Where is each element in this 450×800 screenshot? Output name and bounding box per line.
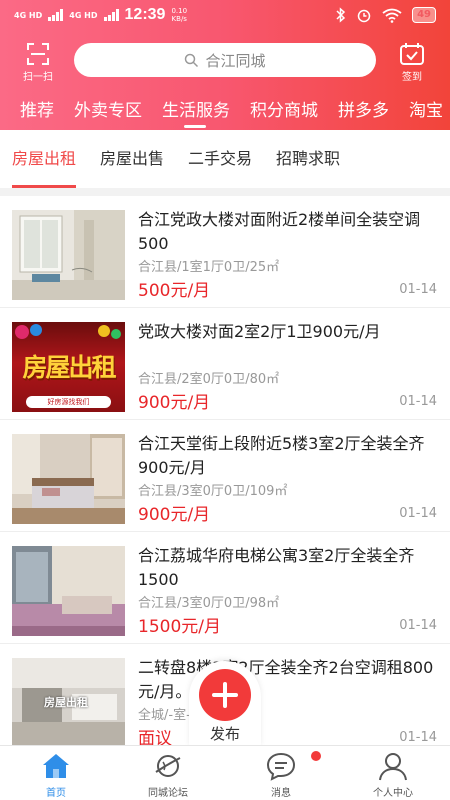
subtab-secondhand[interactable]: 二手交易	[188, 130, 252, 188]
listing-thumbnail: 房屋出租 好房源找我们	[12, 322, 125, 412]
scan-button[interactable]: 扫一扫	[18, 42, 58, 83]
subtab-sale[interactable]: 房屋出售	[100, 130, 164, 188]
listing-item[interactable]: 合江天堂街上段附近5楼3室2厅全装全齐900元/月 合江县/3室0厅0卫/109…	[0, 420, 450, 532]
search-icon	[185, 53, 199, 67]
listing-price: 900元/月	[138, 393, 211, 413]
message-icon	[266, 752, 296, 781]
listing-date: 01-14	[399, 282, 437, 297]
nav-home-label: 首页	[46, 788, 66, 799]
bluetooth-icon	[336, 7, 346, 23]
listing-date: 01-14	[399, 730, 437, 745]
wifi-icon	[382, 8, 402, 23]
listing-meta: 合江县/3室0厅0卫/109㎡	[138, 484, 288, 499]
sub-tabs: 房屋出租 房屋出售 二手交易 招聘求职	[0, 130, 450, 188]
app-header: 4G HD 4G HD 12:39 0.10KB/s 49 扫一扫 合江同城	[0, 0, 450, 130]
planet-icon	[155, 755, 181, 777]
calendar-check-icon	[400, 43, 424, 65]
listing-meta: 合江县/2室0厅0卫/80㎡	[138, 372, 280, 387]
signal-label-1: 4G HD	[14, 10, 43, 20]
search-input[interactable]: 合江同城	[74, 43, 376, 77]
rent-banner-text: 房屋出租	[22, 353, 116, 382]
listing-meta: 合江县/3室0厅0卫/98㎡	[138, 596, 280, 611]
checkin-label: 签到	[402, 72, 422, 83]
divider	[0, 188, 450, 196]
listing-thumbnail	[12, 210, 125, 300]
listing-title: 二转盘8楼3室2厅全装全齐2台空调租800元/月。	[138, 658, 434, 701]
plus-icon	[199, 669, 251, 721]
listing-date: 01-14	[399, 506, 437, 521]
unread-badge	[311, 751, 321, 761]
listing-title: 合江天堂街上段附近5楼3室2厅全装全齐900元/月	[138, 434, 425, 477]
network-speed: 0.10 KB/s	[171, 7, 188, 23]
tab-recommend[interactable]: 推荐	[0, 96, 54, 126]
nav-forum-label: 同城论坛	[148, 788, 188, 799]
tab-life-services[interactable]: 生活服务	[142, 96, 230, 126]
listing-date: 01-14	[399, 394, 437, 409]
battery-indicator: 49	[412, 7, 436, 23]
publish-label: 发布	[209, 725, 240, 743]
listing-item[interactable]: 合江党政大楼对面附近2楼单间全装空调500 合江县/1室1厅0卫/25㎡ 500…	[0, 196, 450, 308]
listing-thumbnail	[12, 434, 125, 524]
category-tabs: 推荐 外卖专区 生活服务 积分商城 拼多多 淘宝	[0, 96, 450, 126]
home-icon	[43, 754, 69, 778]
scan-label: 扫一扫	[23, 72, 53, 83]
bottom-nav: 首页 同城论坛 消息 个人中心	[0, 745, 450, 800]
signal-bars-icon	[103, 9, 119, 21]
listing-thumbnail	[12, 546, 125, 636]
listing-item[interactable]: 房屋出租 好房源找我们 党政大楼对面2室2厅1卫900元/月 合江县/2室0厅0…	[0, 308, 450, 420]
subtab-rent[interactable]: 房屋出租	[12, 130, 77, 188]
tab-taobao[interactable]: 淘宝	[389, 96, 443, 126]
listing-date: 01-14	[399, 618, 437, 633]
listing-price: 900元/月	[138, 505, 211, 525]
listing-title: 合江荔城华府电梯公寓3室2厅全装全齐1500	[138, 546, 415, 589]
nav-profile[interactable]: 个人中心	[348, 746, 438, 800]
scan-icon	[27, 43, 49, 65]
listing-item[interactable]: 合江荔城华府电梯公寓3室2厅全装全齐1500 合江县/3室0厅0卫/98㎡ 15…	[0, 532, 450, 644]
nav-home[interactable]: 首页	[11, 746, 101, 800]
checkin-button[interactable]: 签到	[392, 42, 432, 83]
rent-banner-sub: 好房源找我们	[26, 396, 111, 408]
nav-profile-label: 个人中心	[373, 788, 413, 799]
tab-points-mall[interactable]: 积分商城	[230, 96, 318, 126]
nav-messages-label: 消息	[271, 788, 291, 799]
signal-bars-icon	[48, 9, 64, 21]
rent-watermark-text: 房屋出租	[44, 696, 88, 709]
listing-price: 500元/月	[138, 281, 211, 301]
search-placeholder: 合江同城	[205, 51, 266, 70]
signal-label-2: 4G HD	[69, 10, 98, 20]
listing-title: 合江党政大楼对面附近2楼单间全装空调500	[138, 210, 421, 253]
listing-thumbnail: 房屋出租	[12, 658, 125, 746]
alarm-icon	[357, 9, 371, 23]
tab-takeout[interactable]: 外卖专区	[54, 96, 142, 126]
clock: 12:39	[124, 6, 166, 23]
listing-price: 面议	[138, 729, 172, 746]
status-bar: 4G HD 4G HD 12:39 0.10 KB/s 49	[0, 0, 450, 32]
listing-title: 党政大楼对面2室2厅1卫900元/月	[138, 322, 381, 341]
listing-price: 1500元/月	[138, 617, 221, 637]
nav-forum[interactable]: 同城论坛	[123, 746, 213, 800]
publish-button[interactable]: 发布	[189, 661, 261, 749]
listing-meta: 合江县/1室1厅0卫/25㎡	[138, 260, 280, 275]
person-icon	[379, 753, 407, 781]
subtab-jobs[interactable]: 招聘求职	[276, 130, 340, 188]
tab-pinduoduo[interactable]: 拼多多	[318, 96, 389, 126]
